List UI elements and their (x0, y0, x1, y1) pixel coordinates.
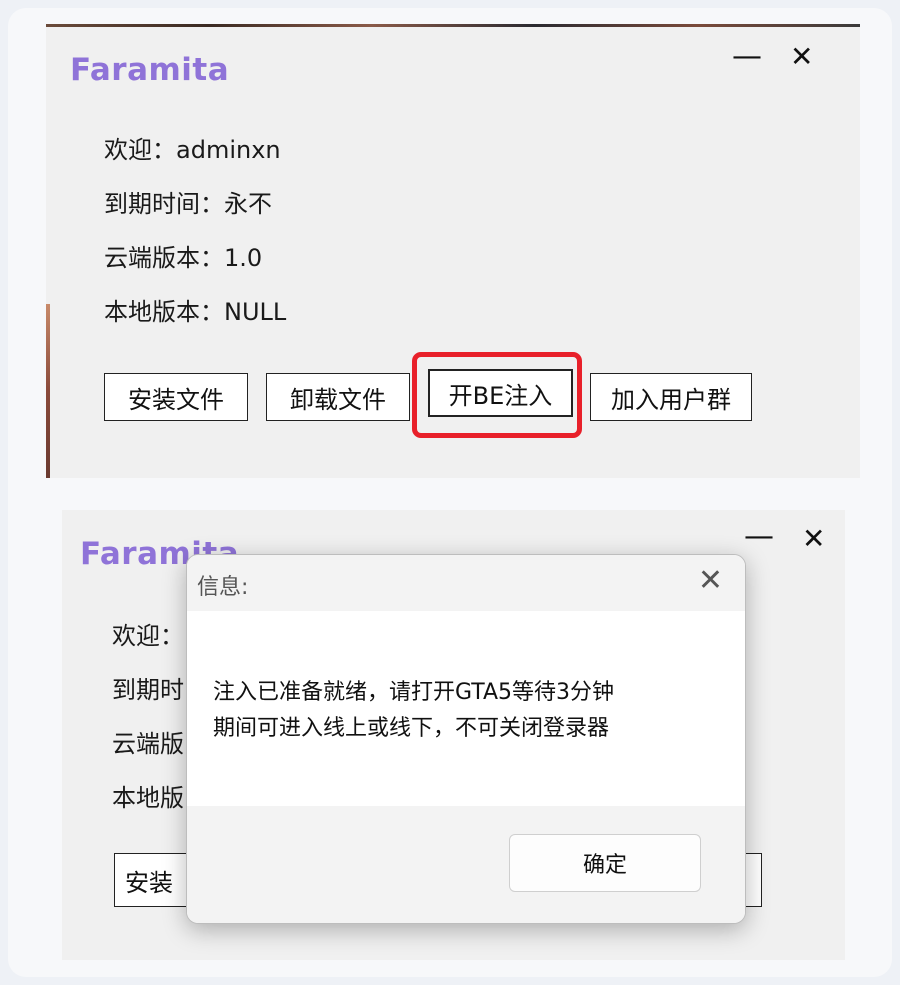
dialog-message: 注入已准备就绪，请打开GTA5等待3分钟 期间可进入线上或线下，不可关闭登录器 (213, 675, 614, 747)
background-strip (46, 304, 50, 478)
cloud-version-text: 云端版本：1.0 (104, 244, 263, 272)
close-button[interactable]: ✕ (802, 524, 825, 554)
expiry-text: 到期时间：永不 (104, 190, 272, 218)
welcome-text: 欢迎： (112, 622, 184, 650)
dialog-close-icon[interactable]: ✕ (698, 563, 723, 598)
highlight-box (412, 352, 582, 438)
dialog-title: 信息: (197, 575, 249, 600)
welcome-text: 欢迎：adminxn (104, 136, 281, 164)
minimize-button[interactable]: — (744, 522, 774, 552)
dialog-footer: 确定 (187, 806, 745, 923)
info-dialog: 信息: ✕ 注入已准备就绪，请打开GTA5等待3分钟 期间可进入线上或线下，不可… (186, 554, 746, 924)
close-button[interactable]: ✕ (790, 42, 813, 72)
local-version-text: 本地版本：NULL (104, 298, 287, 326)
background-strip (46, 24, 860, 27)
uninstall-files-button[interactable]: 卸载文件 (266, 373, 410, 421)
cloud-version-text: 云端版 (112, 730, 184, 758)
dialog-message-line: 注入已准备就绪，请打开GTA5等待3分钟 (213, 680, 615, 705)
minimize-button[interactable]: — (732, 42, 762, 72)
install-files-button[interactable]: 安装文件 (104, 373, 248, 421)
launcher-window-top: Faramita — ✕ 欢迎：adminxn 到期时间：永不 云端版本：1.0… (46, 24, 860, 478)
expiry-text: 到期时 (112, 676, 184, 704)
dialog-message-line: 期间可进入线上或线下，不可关闭登录器 (213, 716, 610, 741)
local-version-text: 本地版 (112, 784, 184, 812)
ok-button[interactable]: 确定 (509, 834, 701, 892)
dialog-titlebar (187, 555, 745, 611)
join-group-button[interactable]: 加入用户群 (590, 373, 752, 421)
app-logo: Faramita (70, 52, 230, 88)
